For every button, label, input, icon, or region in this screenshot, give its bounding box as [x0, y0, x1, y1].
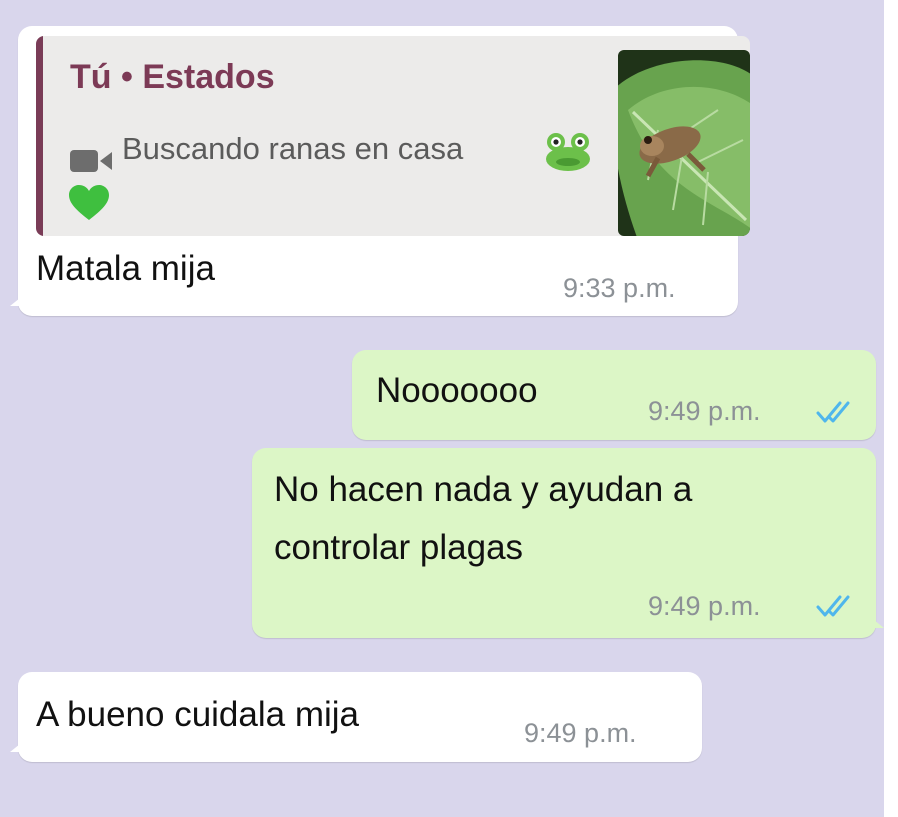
- frog-emoji: [544, 132, 592, 177]
- message-bubble-incoming[interactable]: A bueno cuidala mija 9:49 p.m.: [10, 672, 702, 762]
- quote-caption: Buscando ranas en casa: [122, 131, 464, 166]
- frog-on-leaf-thumbnail[interactable]: [618, 50, 750, 236]
- chat-conversation: Tú • Estados Buscando ranas en casa Mata…: [0, 0, 884, 817]
- message-text: Nooooooo: [376, 371, 538, 410]
- bubble-tail: [10, 744, 20, 752]
- quoted-status-preview[interactable]: Tú • Estados Buscando ranas en casa: [36, 36, 750, 236]
- quote-accent-bar: [36, 36, 43, 236]
- bubble-tail: [10, 298, 20, 306]
- message-text: A bueno cuidala mija: [36, 695, 359, 734]
- message-bubble-outgoing[interactable]: Nooooooo 9:49 p.m.: [352, 350, 876, 440]
- message-text-line: No hacen nada y ayudan a: [274, 470, 693, 509]
- message-text-line: controlar plagas: [274, 528, 524, 567]
- green-heart-emoji: [68, 184, 110, 227]
- bubble-tail: [874, 620, 884, 628]
- message-bubble-outgoing[interactable]: No hacen nada y ayudan a controlar plaga…: [252, 448, 884, 638]
- message-timestamp: 9:49 p.m.: [524, 718, 637, 748]
- message-timestamp: 9:49 p.m.: [648, 591, 761, 621]
- video-camera-icon: [70, 147, 114, 180]
- message-bubble-incoming[interactable]: Tú • Estados Buscando ranas en casa Mata…: [10, 26, 750, 316]
- message-timestamp: 9:49 p.m.: [648, 396, 761, 426]
- double-check-read-icon: [816, 400, 856, 429]
- double-check-read-icon: [816, 594, 856, 623]
- message-timestamp: 9:33 p.m.: [563, 273, 676, 303]
- quote-author: Tú • Estados: [70, 58, 275, 96]
- message-text: Matala mija: [36, 249, 215, 288]
